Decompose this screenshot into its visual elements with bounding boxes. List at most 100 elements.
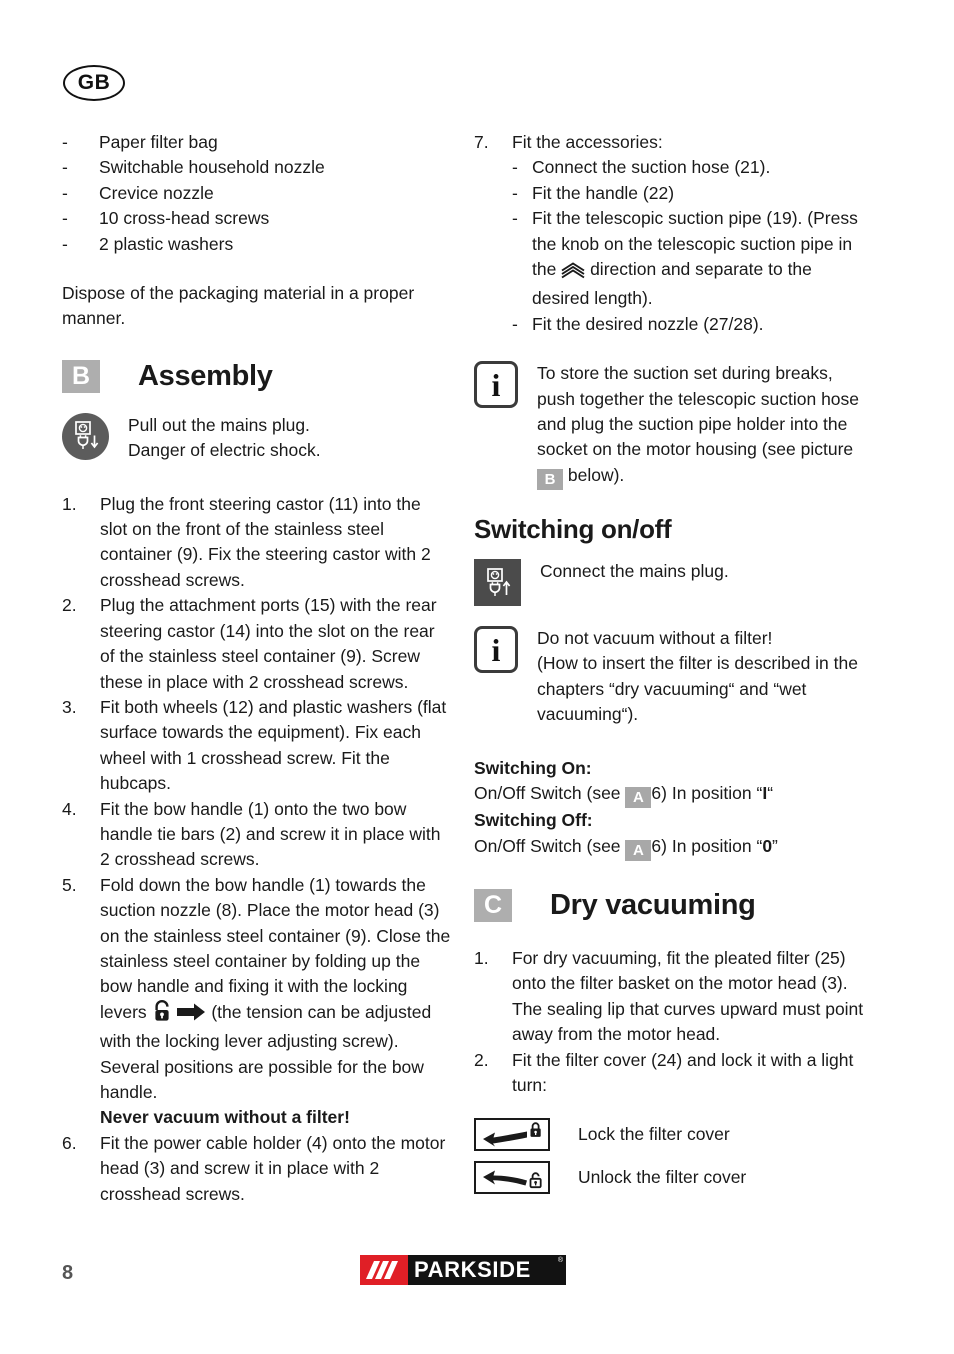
logo-wordmark-container: PARKSIDE ®: [408, 1255, 566, 1285]
switching-off-instruction: On/Off Switch (see A 6) In position “0”: [474, 834, 874, 861]
list-item: - Fit the handle (22): [512, 181, 874, 206]
accessories-step-list: 7. Fit the accessories: - Connect the suc…: [474, 130, 874, 337]
unlock-filter-cover-row: Unlock the filter cover: [474, 1161, 874, 1195]
logo-slashes-icon: [360, 1255, 408, 1285]
switching-on-text-1: On/Off Switch (see: [474, 783, 621, 804]
right-column: 7. Fit the accessories: - Connect the suc…: [474, 130, 874, 1195]
step-number: 1.: [62, 493, 77, 514]
list-item-label: Fit the handle (22): [532, 182, 675, 203]
document-page: GB - Paper filter bag - Switchable househo…: [0, 0, 954, 1354]
dry-vacuuming-steps: 1. For dry vacuuming, fit the pleated fi…: [474, 946, 874, 1098]
right-arrow-icon: [176, 1002, 206, 1029]
mains-plug-connect-icon: [474, 559, 521, 607]
list-item: - Crevice nozzle: [62, 181, 452, 206]
switching-on-label: Switching On:: [474, 757, 592, 778]
dash-bullet: -: [62, 132, 68, 152]
assembly-steps: 1. Plug the front steering castor (11) i…: [62, 492, 452, 1207]
switching-off-label: Switching Off:: [474, 810, 593, 831]
dry-vacuuming-step: 2. Fit the filter cover (24) and lock it…: [474, 1048, 874, 1099]
step-text: Fit the bow handle (1) onto the two bow …: [100, 798, 441, 870]
list-item: - 10 cross-head screws: [62, 206, 452, 231]
section-letter-badge-b: B: [62, 359, 100, 393]
lock-filter-cover-row: Lock the filter cover: [474, 1118, 874, 1152]
step-number: 6.: [62, 1132, 77, 1153]
warning-line-1: Pull out the mains plug.: [128, 414, 310, 435]
dash-bullet: -: [512, 182, 518, 203]
assembly-step: 5. Fold down the bow handle (1) towards …: [62, 873, 452, 1131]
list-item: - Connect the suction hose (21).: [512, 155, 874, 180]
info-filter-line1: Do not vacuum without a filter!: [537, 628, 773, 649]
step-number: 3.: [62, 696, 77, 717]
accessories-sub-list: - Connect the suction hose (21). - Fit the…: [512, 155, 874, 337]
step-number: 2.: [62, 595, 77, 616]
logo-registered-mark: ®: [557, 1257, 563, 1264]
triple-chevron-up-icon: [561, 261, 585, 286]
parkside-logo: PARKSIDE ®: [360, 1255, 566, 1285]
list-item-label: Switchable household nozzle: [99, 157, 325, 178]
step-text: Fit both wheels (12) and plastic washers…: [100, 696, 447, 794]
unlock-filter-cover-icon: [474, 1161, 550, 1195]
language-badge: GB: [63, 65, 125, 101]
assembly-step: 3. Fit both wheels (12) and plastic wash…: [62, 695, 452, 797]
connect-plug-note: Connect the mains plug.: [474, 559, 874, 607]
info-note-filter: i Do not vacuum without a filter! (How t…: [474, 626, 874, 728]
warning-note-pull-plug: Pull out the mains plug. Danger of elect…: [62, 412, 452, 464]
list-item-label: Connect the suction hose (21).: [532, 157, 771, 178]
list-item-label: Crevice nozzle: [99, 182, 214, 203]
warning-line-2: Danger of electric shock.: [128, 440, 321, 461]
never-vacuum-warning: Never vacuum without a filter!: [100, 1107, 350, 1128]
list-item: - 2 plastic washers: [62, 232, 452, 257]
connect-plug-text: Connect the mains plug.: [540, 561, 729, 582]
info-note-storage: i To store the suction set during breaks…: [474, 361, 874, 491]
dash-bullet: -: [62, 208, 68, 229]
mains-plug-pull-out-icon: [62, 412, 109, 460]
assembly-step: 1. Plug the front steering castor (11) i…: [62, 492, 452, 594]
step-title: Fit the accessories:: [512, 132, 663, 152]
switching-on-text-2: 6) In position “: [651, 783, 763, 804]
step-text: Fit the power cable holder (4) onto the …: [100, 1132, 446, 1204]
list-item: - Switchable household nozzle: [62, 155, 452, 180]
step-number: 2.: [474, 1049, 489, 1070]
warning-note-text: Pull out the mains plug. Danger of elect…: [128, 413, 452, 464]
step-number: 7.: [474, 132, 489, 152]
dispose-note: Dispose of the packaging material in a p…: [62, 283, 415, 329]
list-item: - Fit the desired nozzle (27/28).: [512, 312, 874, 337]
list-item-label: Paper filter bag: [99, 132, 218, 152]
inline-picture-badge-b: B: [537, 469, 563, 491]
step-text: Plug the front steering castor (11) into…: [100, 493, 431, 590]
section-title-switching: Switching on/off: [474, 514, 672, 545]
assembly-step: 2. Plug the attachment ports (15) with t…: [62, 593, 452, 695]
step-text: Fit the filter cover (24) and lock it wi…: [512, 1049, 854, 1095]
info-note-text-part1: To store the suction set during breaks, …: [537, 363, 860, 460]
info-note-filter-text: Do not vacuum without a filter! (How to …: [537, 626, 874, 728]
assembly-step: 4. Fit the bow handle (1) onto the two b…: [62, 797, 452, 873]
list-item: - Fit the telescopic suction pipe (19). …: [512, 206, 874, 312]
unlock-filter-cover-label: Unlock the filter cover: [578, 1167, 747, 1188]
inline-picture-badge-a: A: [625, 787, 652, 809]
list-item-label: 2 plastic washers: [99, 233, 234, 254]
open-padlock-icon: [152, 999, 172, 1029]
list-item-label: 10 cross-head screws: [99, 208, 270, 229]
assembly-step: 7. Fit the accessories: - Connect the suc…: [474, 130, 874, 337]
section-title-assembly: Assembly: [138, 359, 273, 392]
switching-off-text-3: ”: [772, 835, 778, 856]
left-column: - Paper filter bag - Switchable household …: [62, 130, 452, 1207]
section-title-dry-vacuuming: Dry vacuuming: [550, 888, 756, 921]
page-number: 8: [62, 1262, 74, 1284]
dry-vacuuming-step: 1. For dry vacuuming, fit the pleated fi…: [474, 946, 874, 1048]
step-text-part2: (the tension can be adjusted with the lo…: [100, 1001, 432, 1102]
info-note-text: To store the suction set during breaks, …: [537, 361, 874, 491]
switching-off-text-2: 6) In position “: [651, 835, 763, 856]
logo-wordmark: PARKSIDE: [414, 1257, 531, 1282]
step-number: 4.: [62, 798, 77, 819]
lock-filter-cover-icon: [474, 1118, 550, 1152]
dash-bullet: -: [512, 313, 518, 334]
step-text: For dry vacuuming, fit the pleated filte…: [512, 947, 864, 1045]
switching-on-instruction: On/Off Switch (see A 6) In position “I“: [474, 781, 874, 809]
info-note-text-part2: below).: [567, 464, 625, 485]
list-item: - Paper filter bag: [62, 130, 452, 155]
dash-bullet: -: [62, 233, 68, 254]
dash-bullet: -: [62, 182, 68, 203]
switch-position-off: 0: [762, 835, 773, 856]
step-text: Plug the attachment ports (15) with the …: [100, 595, 437, 692]
